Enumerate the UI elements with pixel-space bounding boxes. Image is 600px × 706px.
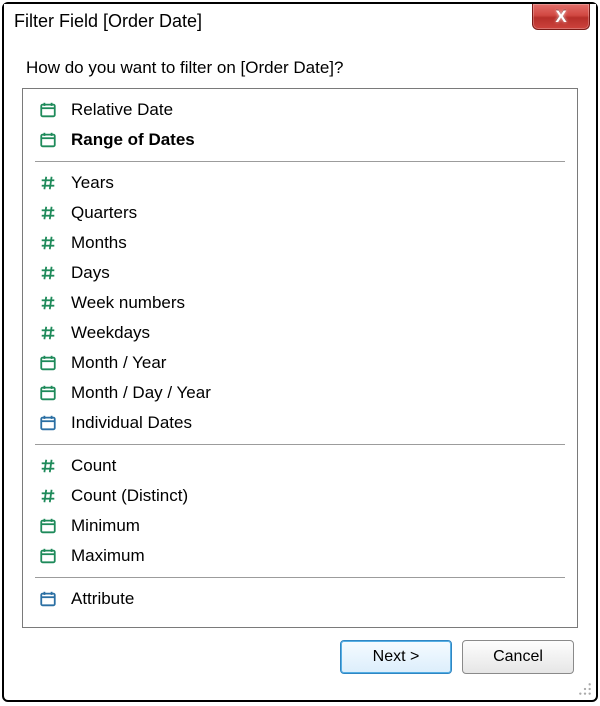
filter-option[interactable]: Years	[23, 168, 577, 198]
filter-option[interactable]: Count (Distinct)	[23, 481, 577, 511]
titlebar: Filter Field [Order Date] X	[4, 4, 596, 38]
calendar-icon	[37, 352, 59, 374]
hash-icon	[37, 172, 59, 194]
filter-option-label: Quarters	[71, 203, 137, 223]
calendar-icon	[37, 382, 59, 404]
hash-icon	[37, 292, 59, 314]
hash-icon	[37, 262, 59, 284]
filter-option-label: Attribute	[71, 589, 134, 609]
filter-option-label: Relative Date	[71, 100, 173, 120]
cancel-button[interactable]: Cancel	[462, 640, 574, 674]
hash-icon	[37, 202, 59, 224]
dialog-content: How do you want to filter on [Order Date…	[4, 38, 596, 700]
hash-icon	[37, 232, 59, 254]
calendar-icon	[37, 412, 59, 434]
filter-option[interactable]: Week numbers	[23, 288, 577, 318]
filter-option[interactable]: Quarters	[23, 198, 577, 228]
filter-option-label: Years	[71, 173, 114, 193]
calendar-icon	[37, 588, 59, 610]
hash-icon	[37, 322, 59, 344]
filter-option[interactable]: Months	[23, 228, 577, 258]
filter-option[interactable]: Range of Dates	[23, 125, 577, 155]
prompt-text: How do you want to filter on [Order Date…	[26, 58, 578, 78]
filter-option[interactable]: Individual Dates	[23, 408, 577, 438]
filter-option-label: Maximum	[71, 546, 145, 566]
dialog-window: Filter Field [Order Date] X How do you w…	[2, 2, 598, 702]
group-separator	[35, 577, 565, 578]
filter-options-list[interactable]: Relative Date Range of Dates Years Quarters…	[22, 88, 578, 628]
group-separator	[35, 161, 565, 162]
close-icon: X	[555, 8, 566, 25]
filter-option[interactable]: Weekdays	[23, 318, 577, 348]
group-separator	[35, 444, 565, 445]
calendar-icon	[37, 515, 59, 537]
filter-option-label: Months	[71, 233, 127, 253]
filter-option-label: Days	[71, 263, 110, 283]
filter-option-label: Minimum	[71, 516, 140, 536]
next-button[interactable]: Next >	[340, 640, 452, 674]
filter-option[interactable]: Attribute	[23, 584, 577, 614]
filter-option-label: Range of Dates	[71, 130, 195, 150]
filter-option-label: Weekdays	[71, 323, 150, 343]
resize-grip-icon[interactable]	[578, 682, 592, 696]
filter-option[interactable]: Days	[23, 258, 577, 288]
filter-option[interactable]: Month / Year	[23, 348, 577, 378]
window-title: Filter Field [Order Date]	[14, 11, 202, 32]
filter-option-label: Month / Day / Year	[71, 383, 211, 403]
filter-option[interactable]: Month / Day / Year	[23, 378, 577, 408]
filter-option[interactable]: Count	[23, 451, 577, 481]
filter-option[interactable]: Relative Date	[23, 95, 577, 125]
filter-option-label: Week numbers	[71, 293, 185, 313]
close-button[interactable]: X	[532, 4, 590, 30]
hash-icon	[37, 455, 59, 477]
calendar-icon	[37, 99, 59, 121]
hash-icon	[37, 485, 59, 507]
filter-option[interactable]: Maximum	[23, 541, 577, 571]
calendar-icon	[37, 545, 59, 567]
filter-option[interactable]: Minimum	[23, 511, 577, 541]
filter-option-label: Individual Dates	[71, 413, 192, 433]
filter-option-label: Month / Year	[71, 353, 166, 373]
filter-option-label: Count (Distinct)	[71, 486, 188, 506]
calendar-icon	[37, 129, 59, 151]
filter-option-label: Count	[71, 456, 116, 476]
dialog-buttons: Next > Cancel	[22, 640, 578, 674]
